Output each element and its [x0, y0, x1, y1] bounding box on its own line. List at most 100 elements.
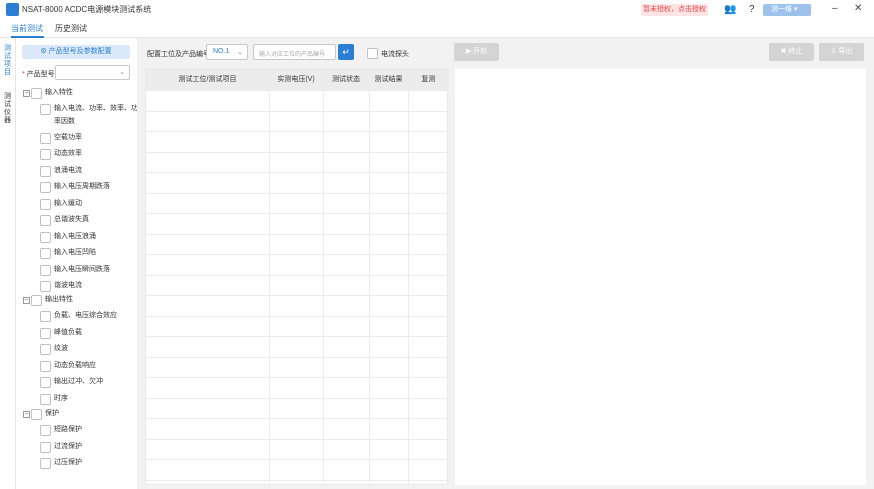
grid-line [269, 70, 270, 486]
table-row [146, 254, 449, 255]
table-row [146, 295, 449, 296]
tree-item-label: 浪涌电流 [54, 166, 82, 174]
tree-item-label: 短路保护 [54, 426, 82, 433]
product-model-label: * 产品型号 [22, 69, 55, 79]
users-icon[interactable]: 👥 [724, 4, 736, 16]
table-row [146, 111, 449, 112]
unauthorized-badge[interactable]: 暂未授权，点击授权 [641, 4, 708, 16]
item-checkbox[interactable] [40, 441, 51, 453]
start-button[interactable]: ▶ 开始 [454, 43, 499, 61]
tree-item-label: 动态负载响应 [54, 361, 96, 369]
export-button[interactable]: ⇩ 导出 [819, 43, 864, 61]
minimize-icon[interactable]: – [832, 3, 838, 15]
required-mark: * [22, 71, 25, 78]
column-header: 测试状态 [323, 70, 369, 90]
app-logo-icon [6, 3, 19, 16]
tree-item-label: 空载功率 [54, 133, 82, 141]
tree-item-label: 输入电压周期跌落 [54, 183, 110, 190]
column-header: 测试结果 [369, 70, 408, 90]
tree-item-label: 输入缓动 [54, 199, 82, 207]
collapse-icon[interactable]: − [23, 297, 30, 304]
stop-label: 终止 [788, 48, 803, 55]
tree-group-label: 输入特性 [45, 89, 73, 96]
detail-pane [455, 69, 866, 485]
station-config-label: 配置工位及产品编号 [147, 51, 210, 58]
table-row [146, 90, 449, 91]
user-menu[interactable]: 测一维 ▾ [763, 4, 811, 16]
item-checkbox[interactable] [40, 264, 51, 276]
chevron-down-icon: ⌄ [237, 49, 243, 56]
item-checkbox[interactable] [40, 248, 51, 259]
table-row [146, 398, 449, 399]
tree-item-label: 时序 [54, 394, 68, 402]
export-label: 导出 [838, 48, 853, 55]
help-icon[interactable]: ? [749, 4, 755, 16]
column-header: 复测 [408, 70, 449, 90]
item-checkbox[interactable] [40, 198, 51, 210]
item-checkbox[interactable] [40, 231, 51, 243]
tree-item-label: 过压保护 [54, 459, 82, 466]
product-model-text: 产品型号 [26, 71, 55, 78]
item-checkbox[interactable] [40, 182, 51, 193]
close-icon[interactable]: ✕ [854, 3, 862, 15]
tree-item-label: 输入电压凹陷 [54, 249, 96, 256]
current-probe-checkbox[interactable] [367, 48, 378, 59]
item-checkbox[interactable] [40, 425, 51, 436]
item-checkbox[interactable] [40, 311, 51, 322]
tab-bar: 当前测试 历史测试 [0, 20, 874, 38]
group-checkbox[interactable] [31, 409, 42, 420]
group-checkbox[interactable] [31, 88, 42, 99]
collapse-icon[interactable]: − [23, 90, 30, 97]
table-row [146, 480, 449, 481]
tab-history-test[interactable]: 历史测试 [55, 23, 87, 34]
group-checkbox[interactable] [31, 295, 42, 306]
tree-item-label: 总谐波失真 [54, 216, 89, 223]
table-row [146, 418, 449, 419]
item-checkbox[interactable] [40, 104, 51, 115]
item-checkbox[interactable] [40, 393, 51, 405]
station-select[interactable]: NO.1 ⌄ [206, 44, 248, 60]
start-label: 开始 [473, 48, 488, 55]
user-name: 测一维 [771, 6, 792, 13]
tree-item-label: 谐波电流 [54, 282, 82, 289]
app-title: NSAT-8000 ACDC电源模块测试系统 [22, 5, 152, 14]
tab-current-test[interactable]: 当前测试 [11, 23, 43, 34]
table-row [146, 336, 449, 337]
item-checkbox[interactable] [40, 149, 51, 160]
item-checkbox[interactable] [40, 327, 51, 339]
table-row [146, 234, 449, 235]
item-checkbox[interactable] [40, 344, 51, 355]
table-row [146, 459, 449, 460]
table-row [146, 275, 449, 276]
product-model-select[interactable]: ⌄ [55, 65, 130, 80]
tree-item-label: 输入电压浪涌 [54, 232, 96, 240]
tree-item-label: 动态效率 [54, 150, 82, 157]
table-row [146, 213, 449, 214]
grid-line [323, 70, 324, 486]
rail-item-test-instruments[interactable]: 测试仪器 [4, 93, 13, 125]
table-row [146, 316, 449, 317]
item-checkbox[interactable] [40, 165, 51, 177]
title-bar: NSAT-8000 ACDC电源模块测试系统 暂未授权，点击授权 👥 ? 测一维… [0, 0, 874, 20]
collapse-icon[interactable]: − [23, 411, 30, 418]
chevron-down-icon: ⌄ [119, 69, 125, 76]
tree-item-label: 过流保护 [54, 442, 82, 450]
left-rail: 测试项目 测试仪器 [0, 38, 16, 489]
enter-icon[interactable]: ↵ [338, 44, 354, 60]
product-code-input[interactable]: 输入对应工位的产品编号 [253, 44, 336, 60]
item-checkbox[interactable] [40, 360, 51, 372]
item-checkbox[interactable] [40, 377, 51, 388]
current-probe-label: 电流探头 [381, 51, 409, 58]
tree-item-label: 峰值负载 [54, 328, 82, 336]
stop-button[interactable]: ✖ 终止 [769, 43, 814, 61]
tree-group-label: 保护 [45, 410, 59, 417]
rail-item-test-items[interactable]: 测试项目 [4, 45, 13, 77]
product-config-button[interactable]: ⚙ 产品型号及参数配置 [22, 45, 130, 59]
grid-line [408, 70, 409, 486]
item-checkbox[interactable] [40, 132, 51, 144]
item-checkbox[interactable] [40, 215, 51, 226]
item-checkbox[interactable] [40, 458, 51, 469]
table-row [146, 193, 449, 194]
tree-item-label: 率因数 [54, 117, 75, 125]
item-checkbox[interactable] [40, 281, 51, 292]
